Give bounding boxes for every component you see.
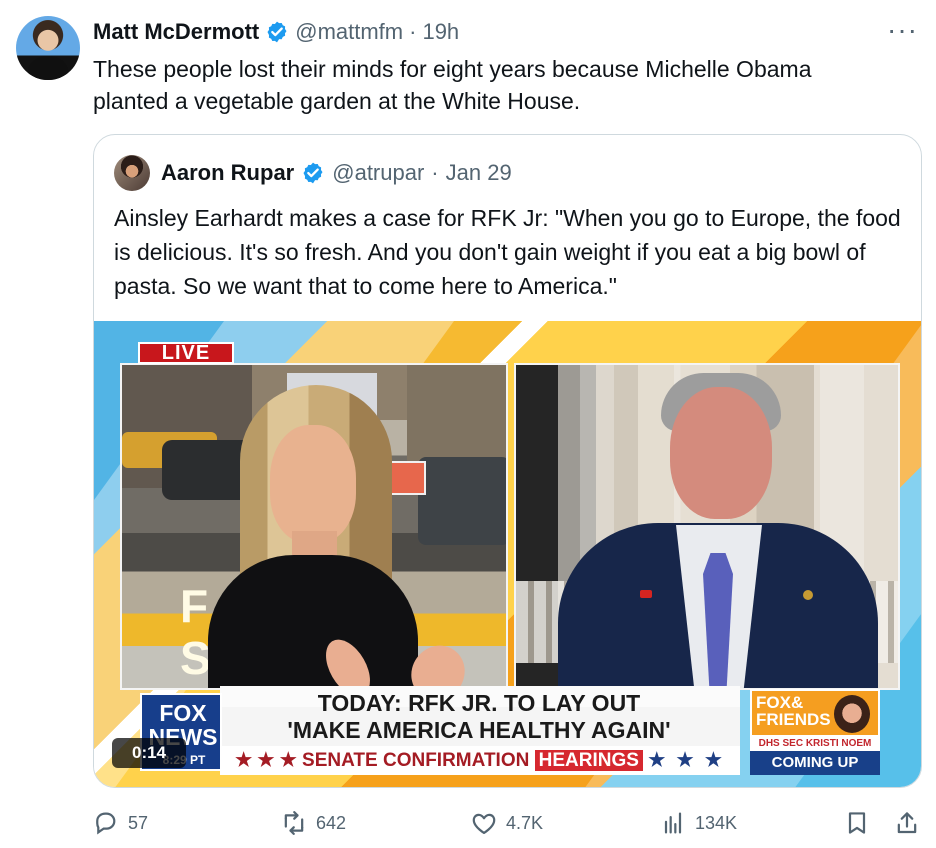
- views-button[interactable]: 134K: [659, 806, 737, 840]
- like-button[interactable]: 4.7K: [470, 806, 543, 840]
- repost-icon: [284, 811, 304, 835]
- anchor-video-panel: F S: [120, 363, 508, 690]
- lapel-pin: [640, 590, 652, 598]
- more-options-button[interactable]: ···: [887, 16, 918, 44]
- fox-friends-label: FOX& FRIENDS: [756, 693, 831, 729]
- coming-up-label: COMING UP: [750, 751, 880, 775]
- quoted-tweet-header: Aaron Rupar @atrupar · Jan 29: [114, 155, 512, 191]
- like-count: 4.7K: [506, 812, 544, 833]
- reply-count: 57: [128, 812, 149, 833]
- quoted-tweet-text: Ainsley Earhardt makes a case for RFK Jr…: [114, 205, 901, 299]
- quoted-author-name[interactable]: Aaron Rupar: [161, 160, 294, 186]
- senate-prefix: ★ ★ ★ SENATE CONFIRMATION: [235, 750, 530, 771]
- quoted-author-avatar[interactable]: [114, 155, 150, 191]
- author-avatar[interactable]: [16, 16, 80, 80]
- tweet-time[interactable]: 19h: [422, 19, 459, 45]
- views-count: 134K: [695, 812, 738, 833]
- verified-badge-icon: [267, 21, 287, 43]
- fox-logo-top: FOX: [159, 700, 207, 726]
- author-name[interactable]: Matt McDermott: [93, 19, 259, 45]
- separator-dot: ·: [409, 19, 417, 44]
- author-handle[interactable]: @mattmfm: [295, 19, 403, 45]
- senate-text: ★ ★ ★ SENATE CONFIRMATION HEARINGS ★ ★ ★: [224, 747, 736, 774]
- tweet-actions: 57 642 4.7K 134K: [92, 806, 924, 840]
- share-button[interactable]: [893, 806, 921, 840]
- tweet-header: Matt McDermott @mattmfm · 19h: [93, 18, 459, 46]
- analytics-icon: [664, 812, 682, 834]
- live-badge: LIVE: [138, 342, 234, 364]
- bookmark-button[interactable]: [843, 806, 871, 840]
- repost-button[interactable]: 642: [280, 806, 346, 840]
- bookmark-icon: [848, 812, 866, 834]
- coming-up-guest: DHS SEC KRISTI NOEM: [750, 737, 880, 751]
- quoted-tweet-date[interactable]: Jan 29: [446, 160, 512, 186]
- heart-icon: [472, 813, 496, 835]
- verified-badge-icon: [303, 162, 323, 184]
- quoted-tweet[interactable]: Aaron Rupar @atrupar · Jan 29 Ainsley Ea…: [93, 134, 922, 788]
- separator-dot: ·: [431, 160, 439, 185]
- guest-video-panel: [514, 363, 900, 690]
- quoted-author-handle[interactable]: @atrupar: [332, 160, 424, 186]
- anchor-dress: [208, 555, 418, 688]
- lapel-pin: [803, 590, 813, 600]
- reply-button[interactable]: 57: [92, 806, 148, 840]
- senate-suffix: ★ ★ ★: [648, 750, 725, 771]
- share-icon: [897, 812, 917, 834]
- anchor-face: [270, 425, 356, 543]
- tweet-text: These people lost their minds for eight …: [93, 56, 812, 114]
- guest-face: [670, 387, 772, 519]
- truck-shape: [418, 457, 506, 545]
- video-player[interactable]: F S LIVE TODAY: RFK JR. TO LAY OUT 'MAKE: [94, 321, 921, 787]
- video-duration: 0:14: [112, 738, 186, 768]
- hearings-highlight: HEARINGS: [534, 750, 643, 771]
- fox-and-friends-logo: FOX& FRIENDS: [750, 689, 880, 737]
- guest-thumbnail: [834, 695, 870, 733]
- repost-count: 642: [316, 812, 347, 833]
- reply-icon: [96, 812, 116, 835]
- chyron-line-one: TODAY: RFK JR. TO LAY OUT: [317, 690, 641, 716]
